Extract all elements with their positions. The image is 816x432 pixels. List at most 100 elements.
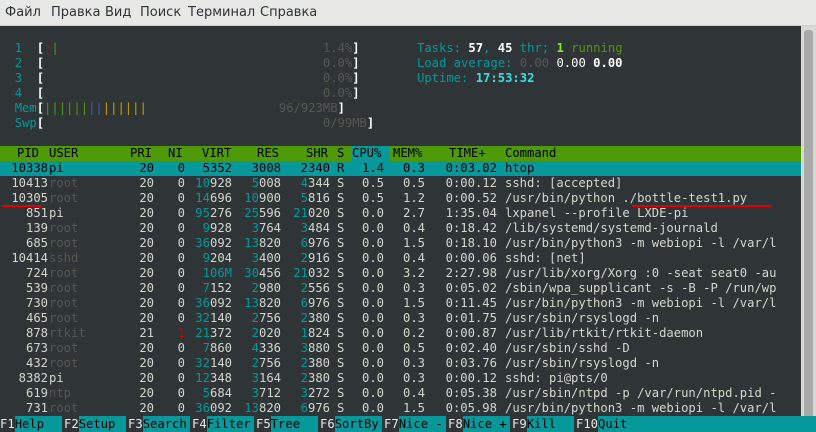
fkey-search[interactable]: F3Search [128,416,190,432]
menu-terminal[interactable]: Терминал [188,5,255,20]
cell-time: 0:00.06 [445,251,497,265]
table-row[interactable]: 730 root 20 0 36092 13820 6976 S 0.0 1.5 0:11.45/u… [0,296,801,311]
table-row[interactable]: 465 root 20 0 32140 2756 2380 S 0.0 0.3 0:01.75/us… [0,311,801,326]
cell-pid: 673 [25,341,48,355]
cell-cpu: 0.0 [361,371,384,385]
col-mem[interactable]: MEM% [393,146,422,161]
cell-ni: 0 [177,206,185,220]
cell-ni: 0 [177,176,185,190]
col-user[interactable]: USER [49,146,78,161]
cell-virt: 10928 [195,176,232,190]
scrollbar-thumb[interactable] [804,30,813,428]
cell-ni: 0 [177,356,185,370]
col-ni[interactable]: NI [168,146,183,161]
table-row[interactable]: 673 root 20 0 7860 4336 3880 S 0.0 0.5 0:02.40/usr… [0,341,801,356]
cell-mem: 0.3 [402,281,425,295]
cell-pid: 10413 [11,176,48,190]
menu-view[interactable]: Вид [105,5,131,20]
col-pid[interactable]: PID [17,146,39,161]
col-res[interactable]: RES [257,146,279,161]
fkey-nice-minus[interactable]: F7Nice - [384,416,446,432]
cell-cmd: /sbin/wpa_supplicant -s -B -P /run/wp [505,281,777,295]
cell-mem: 0.3 [402,356,425,370]
cell-ni: 0 [177,221,185,235]
table-row[interactable]: 724 root 20 0 106M 30456 21032 S 0.0 3.2 2:27.98/u… [0,266,801,281]
fkey-quit[interactable]: F10Quit [576,416,816,432]
cell-virt: 95276 [195,206,232,220]
uptime: Uptime: 17:53:32 [417,71,535,85]
table-row[interactable]: 539 root 20 0 7152 2980 2556 S 0.0 0.3 0:05.02/sbi… [0,281,801,296]
cell-s: S [337,281,345,295]
cell-pri: 21 [139,326,154,340]
cpu-meter-4: 4 [ 0.0%] [14,86,360,100]
cell-virt: 106M [202,266,232,280]
table-row[interactable]: 10413 root 20 0 10928 5008 4344 S 0.5 0.5 0:00.12 s… [0,176,801,191]
menu-help[interactable]: Справка [260,5,317,20]
col-virt[interactable]: VIRT [202,146,231,161]
menu-file[interactable]: Файл [5,5,41,20]
table-row[interactable]: 685 root 20 0 36092 13820 6976 S 0.0 1.5 0:18.10/u… [0,236,801,251]
cell-user: rtkit [49,326,86,340]
fkey-kill[interactable]: F9Kill [512,416,574,432]
cell-s: S [337,206,345,220]
cell-time: 0:01.75 [445,311,497,325]
fkey-filter[interactable]: F4Filter [192,416,254,432]
table-row[interactable]: 731 root 20 0 36092 13820 6976 S 0.0 1.5 0:05.98/u… [0,401,801,416]
cell-cmd: /usr/sbin/sshd -D [505,341,630,355]
cell-shr: 4344 [300,176,330,190]
col-time[interactable]: TIME+ [449,146,486,161]
cell-user: root [49,176,79,190]
cell-res: 13820 [244,296,281,310]
cell-time: 0:11.45 [445,296,497,310]
table-row[interactable]: 8382 pi 20 0 12348 3164 2380 S 0.0 0.3 0:00.12 sshd… [0,371,801,386]
cell-s: S [337,326,345,340]
fkey-tree[interactable]: F5Tree [256,416,318,432]
cell-time: 0:18.10 [445,236,497,250]
cell-res: 10900 [244,191,281,205]
cell-res: 2756 [251,311,281,325]
tasks-summary: Tasks: 57, 45 thr; 1 running [417,41,623,55]
table-row[interactable]: 878 rtkit 21 1 21372 2020 1824 S 0.0 0.2 0:00.87/u… [0,326,801,341]
table-row[interactable]: 851 pi 20 0 95276 25596 21020 S 0.0 2.7 1:35.04 lxp… [0,206,801,221]
cell-virt: 36092 [195,236,232,250]
cpu-meter-1: 1 [|| 1.4%] [14,41,360,55]
cell-s: S [337,176,345,190]
cell-res: 3764 [251,221,281,235]
cell-s: S [337,236,345,250]
cell-ni: 0 [177,161,185,175]
cell-pri: 20 [139,206,154,220]
fkey-sortby[interactable]: F6SortBy [320,416,382,432]
cell-res: 25596 [244,206,281,220]
fkey-help[interactable]: F1Help [0,416,62,432]
menu-search[interactable]: Поиск [140,5,181,20]
table-row[interactable]: 432 root 20 0 32140 2756 2380 S 0.0 0.3 0:03.76/us… [0,356,801,371]
col-pri[interactable]: PRI [130,146,152,161]
col-shr[interactable]: SHR [306,146,328,161]
cell-s: S [337,341,345,355]
cell-cpu: 0.0 [361,296,384,310]
cell-cpu: 0.0 [361,206,384,220]
col-state[interactable]: S [337,146,344,161]
menu-edit[interactable]: Правка [51,5,100,20]
cell-cmd: /usr/lib/rtkit/rtkit-daemon [505,326,704,340]
table-row[interactable]: 10414 sshd 20 0 9204 3400 2916 S 0.0 0.4 0:00.06 ss… [0,251,801,266]
table-row[interactable]: 10305 root 20 0 14696 10900 5816 S 0.5 1.2 0:00.52… [0,191,801,206]
fkey-nice-plus[interactable]: F8Nice + [448,416,510,432]
cell-time: 1:35.04 [445,206,497,220]
cell-pid: 878 [25,326,48,340]
cell-mem: 3.2 [402,266,425,280]
cell-user: root [49,356,79,370]
cell-pid: 851 [25,206,48,220]
table-row[interactable]: 10338 pi 20 0 5352 3008 2340 R 1.4 0.3 0:03.02 htop [0,161,801,176]
fkey-setup[interactable]: F2Setup [64,416,126,432]
cell-shr: 2340 [300,161,330,175]
cell-shr: 3272 [300,386,330,400]
cell-cmd: /lib/systemd/systemd-journald [505,221,718,235]
col-cpu[interactable]: CPU% [352,146,390,161]
table-row[interactable]: 139 root 20 0 9928 3764 3484 S 0.0 0.4 0:18.42/lib… [0,221,801,236]
table-row[interactable]: 619 ntp 20 0 5684 3712 3272 S 0.0 0.4 0:05.38/usr/… [0,386,801,401]
cell-cpu: 0.0 [361,266,384,280]
cell-time: 0:18.42 [445,221,497,235]
col-command[interactable]: Command [505,146,556,161]
load-average: Load average: 0.00 0.00 0.00 [417,56,623,70]
